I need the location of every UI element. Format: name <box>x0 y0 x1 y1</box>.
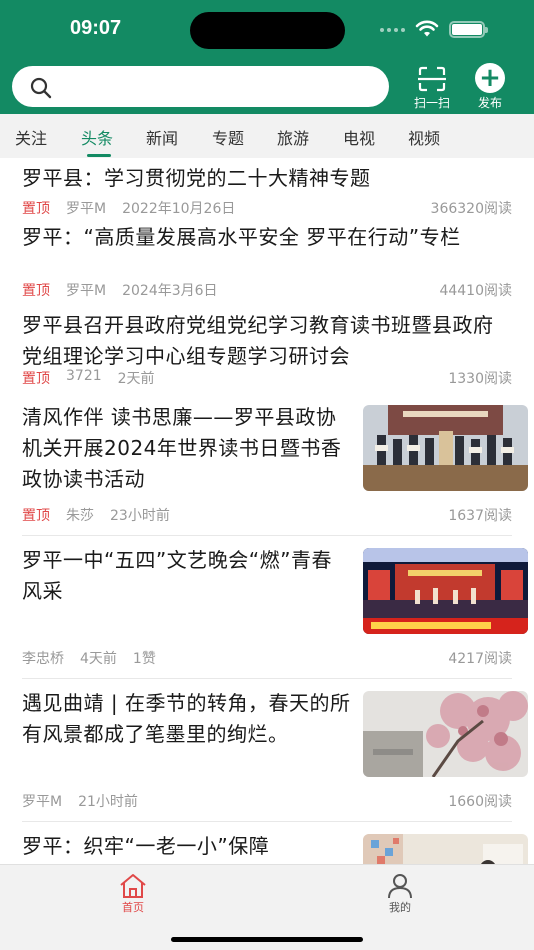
search-icon <box>30 77 52 99</box>
user-icon <box>388 874 412 899</box>
dynamic-island <box>190 12 345 49</box>
scan-button[interactable]: 扫一扫 <box>407 66 457 112</box>
article-time: 21小时前 <box>78 794 138 810</box>
tab-tv[interactable]: 电视 <box>343 125 375 149</box>
stage-performance-photo <box>363 548 528 634</box>
article-title: 清风作伴 读书思廉——罗平县政协机关开展2024年世界读书日暨书香政协读书活动 <box>22 405 342 491</box>
blossom-tree-photo <box>363 691 528 777</box>
tab-news[interactable]: 新闻 <box>146 125 178 149</box>
pin-badge: 置顶 <box>22 371 50 387</box>
read-count: 1660阅读 <box>448 794 512 810</box>
pin-badge: 置顶 <box>22 201 50 217</box>
tab-active-indicator <box>87 154 111 157</box>
pin-badge: 置顶 <box>22 508 50 524</box>
article-time: 2天前 <box>117 371 155 387</box>
article-author: 李忠桥 <box>22 651 64 667</box>
article-author: 罗平M <box>22 794 63 810</box>
signal-dots-icon <box>380 28 405 32</box>
channel-tabs: 关注 头条 新闻 专题 旅游 电视 视频 <box>0 114 534 158</box>
list-item[interactable]: 罗平县：学习贯彻党的二十大精神专题 置顶 罗平M 2022年10月26日 366… <box>22 163 512 217</box>
news-feed[interactable]: 罗平县：学习贯彻党的二十大精神专题 置顶 罗平M 2022年10月26日 366… <box>0 158 534 864</box>
list-item[interactable]: 罗平：“高质量发展高水平安全 罗平在行动”专栏 置顶 罗平M 2024年3月6日… <box>22 222 512 302</box>
reading-event-photo <box>363 405 528 491</box>
pin-badge: 置顶 <box>22 283 50 299</box>
article-time: 2024年3月6日 <box>122 283 218 299</box>
article-author: 罗平M <box>66 201 107 217</box>
article-title: 罗平：织牢“一老一小”保障 <box>22 834 270 858</box>
article-author: 罗平M <box>66 283 107 299</box>
tab-follow[interactable]: 关注 <box>15 125 47 149</box>
list-item[interactable]: 遇见曲靖 | 在季节的转角，春天的所有风景都成了笔墨里的绚烂。 罗平M 21小时… <box>22 688 528 814</box>
read-count: 366320阅读 <box>430 201 512 217</box>
scan-icon <box>418 66 446 92</box>
article-time: 2022年10月26日 <box>122 201 236 217</box>
home-icon <box>120 874 146 898</box>
list-item[interactable]: 罗平县召开县政府党组党纪学习教育读书班暨县政府党组理论学习中心组专题学习研讨会 … <box>22 310 512 390</box>
search-input[interactable] <box>12 66 389 107</box>
article-title: 遇见曲靖 | 在季节的转角，春天的所有风景都成了笔墨里的绚烂。 <box>22 691 351 746</box>
article-author: 3721 <box>66 368 102 384</box>
like-count: 1赞 <box>132 651 156 667</box>
read-count: 1330阅读 <box>448 371 512 387</box>
article-title: 罗平：“高质量发展高水平安全 罗平在行动”专栏 <box>22 225 461 249</box>
article-author: 朱莎 <box>66 508 94 524</box>
tab-video[interactable]: 视频 <box>408 125 440 149</box>
publish-label: 发布 <box>477 96 502 110</box>
article-title: 罗平县召开县政府党组党纪学习教育读书班暨县政府党组理论学习中心组专题学习研讨会 <box>22 313 494 368</box>
battery-icon <box>449 21 488 38</box>
home-indicator <box>171 937 363 942</box>
app-header: 09:07 扫一扫 + 发布 <box>0 0 534 114</box>
article-time: 23小时前 <box>110 508 170 524</box>
nav-mine[interactable]: 我的 <box>370 873 430 915</box>
nav-home[interactable]: 首页 <box>103 873 163 915</box>
article-title: 罗平县：学习贯彻党的二十大精神专题 <box>22 166 371 190</box>
tab-travel[interactable]: 旅游 <box>277 125 309 149</box>
publish-button[interactable]: + 发布 <box>465 63 515 112</box>
list-item[interactable]: 罗平一中“五四”文艺晚会“燃”青春风采 李忠桥 4天前 1赞 4217阅读 <box>22 545 528 671</box>
read-count: 1637阅读 <box>448 508 512 524</box>
nav-mine-label: 我的 <box>389 901 411 914</box>
scan-label: 扫一扫 <box>413 96 450 110</box>
nav-home-label: 首页 <box>122 901 144 914</box>
read-count: 4217阅读 <box>448 651 512 667</box>
list-item[interactable]: 清风作伴 读书思廉——罗平县政协机关开展2024年世界读书日暨书香政协读书活动 … <box>22 402 528 528</box>
divider <box>22 535 512 536</box>
tab-topics[interactable]: 专题 <box>212 125 244 149</box>
wifi-icon <box>415 20 439 37</box>
read-count: 44410阅读 <box>439 283 512 299</box>
divider <box>22 678 512 679</box>
tab-headlines[interactable]: 头条 <box>81 125 113 149</box>
classroom-photo <box>363 834 528 864</box>
article-time: 4天前 <box>80 651 117 667</box>
plus-icon: + <box>475 63 505 93</box>
divider <box>22 821 512 822</box>
status-time: 09:07 <box>70 17 122 39</box>
article-title: 罗平一中“五四”文艺晚会“燃”青春风采 <box>22 548 332 603</box>
list-item[interactable]: 罗平：织牢“一老一小”保障 <box>22 831 528 864</box>
